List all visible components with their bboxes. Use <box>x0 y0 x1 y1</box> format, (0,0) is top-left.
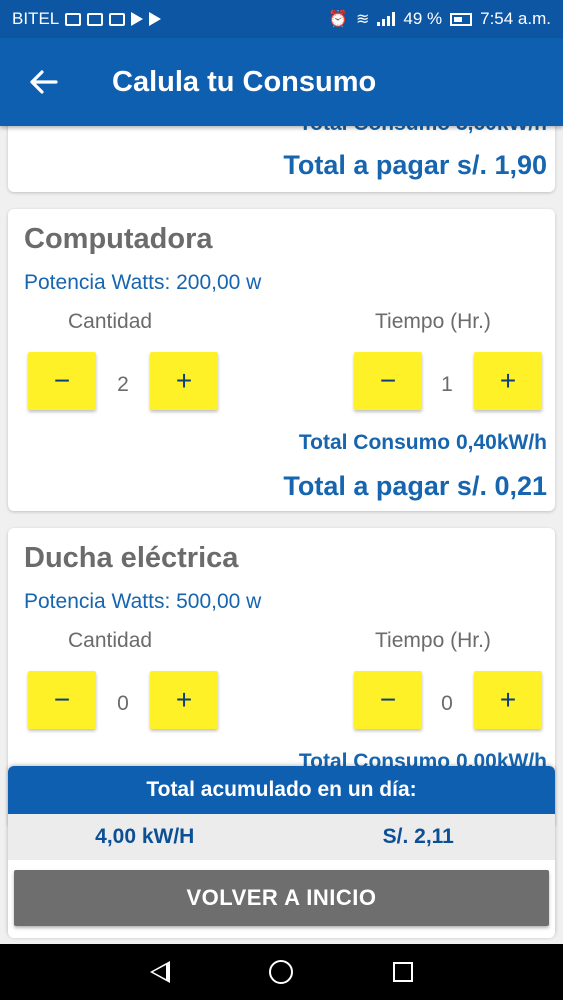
cantidad-minus-button[interactable]: − <box>28 352 96 410</box>
system-nav-bar <box>0 944 563 1000</box>
summary-totals: 4,00 kW/H S/. 2,11 <box>8 814 555 860</box>
gmail-icon <box>109 12 126 26</box>
appliance-name: Ducha eléctrica <box>24 542 239 574</box>
arrow-left-icon <box>30 70 58 94</box>
laptop-icon <box>65 12 82 26</box>
tiempo-value: 0 <box>441 692 453 715</box>
total-energy: 4,00 kW/H <box>95 825 195 848</box>
cantidad-label: Cantidad <box>68 310 153 333</box>
status-bar: BITEL ⏰ ≋ 49 % 7:54 a.m. <box>0 0 563 38</box>
app-bar: Calula tu Consumo <box>0 38 563 126</box>
cantidad-label: Cantidad <box>68 629 153 652</box>
total-cost: S/. 2,11 <box>382 825 454 848</box>
battery-icon <box>450 12 473 26</box>
total-consumo: Total Consumo 3,60kW/h <box>299 126 547 136</box>
tiempo-plus-button[interactable]: + <box>474 671 542 729</box>
tiempo-minus-button[interactable]: − <box>354 352 422 410</box>
appliance-card: Computadora Potencia Watts: 200,00 w Can… <box>8 209 555 511</box>
nav-back-icon[interactable] <box>149 961 170 983</box>
appliance-name: Computadora <box>24 223 213 255</box>
summary-panel: Total acumulado en un día: 4,00 kW/H S/.… <box>8 766 555 938</box>
cantidad-value: 0 <box>117 692 129 715</box>
cantidad-value: 2 <box>117 373 129 396</box>
potencia-label: Potencia Watts: 500,00 w <box>24 590 262 613</box>
play-store-icon <box>131 12 144 26</box>
nav-recents-icon[interactable] <box>393 962 414 982</box>
mail-icon <box>87 12 104 26</box>
cantidad-minus-button[interactable]: − <box>28 671 96 729</box>
tiempo-label: Tiempo (Hr.) <box>375 310 491 333</box>
signal-icon <box>377 12 396 26</box>
battery-level: 49 % <box>403 9 443 28</box>
page-title: Calula tu Consumo <box>112 65 377 98</box>
cantidad-plus-button[interactable]: + <box>150 352 218 410</box>
tiempo-label: Tiempo (Hr.) <box>375 629 491 652</box>
total-consumo: Total Consumo 0,40kW/h <box>298 431 547 454</box>
play-icon <box>149 12 162 26</box>
tiempo-plus-button[interactable]: + <box>474 352 542 410</box>
summary-header: Total acumulado en un día: <box>8 766 555 814</box>
nav-home-icon[interactable] <box>269 960 294 984</box>
clock: 7:54 a.m. <box>480 9 551 28</box>
volver-inicio-button[interactable]: VOLVER A INICIO <box>14 870 549 926</box>
wifi-icon: ≋ <box>355 11 370 28</box>
alarm-icon: ⏰ <box>328 11 348 28</box>
tiempo-value: 1 <box>441 373 453 396</box>
total-pagar: Total a pagar s/. 0,21 <box>283 471 547 501</box>
carrier-label: BITEL <box>12 9 60 28</box>
back-button[interactable] <box>0 38 88 126</box>
total-pagar: Total a pagar s/. 1,90 <box>283 150 547 180</box>
potencia-label: Potencia Watts: 200,00 w <box>24 271 262 294</box>
cantidad-plus-button[interactable]: + <box>150 671 218 729</box>
appliance-card: Total Consumo 3,60kW/h Total a pagar s/.… <box>8 126 555 192</box>
tiempo-minus-button[interactable]: − <box>354 671 422 729</box>
